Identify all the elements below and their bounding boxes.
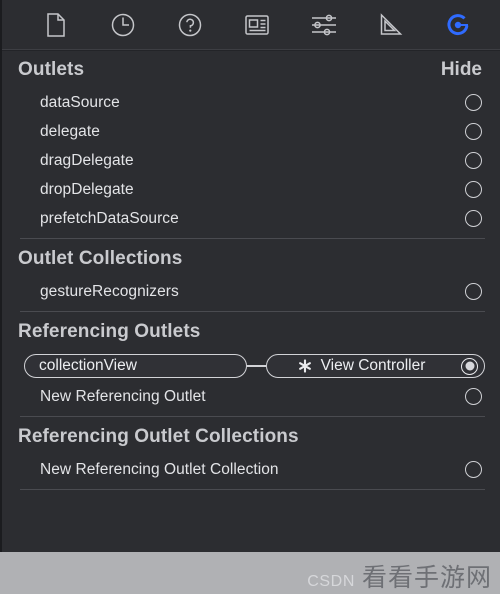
- connection-well[interactable]: [465, 94, 482, 111]
- section-title: Outlet Collections: [18, 248, 183, 269]
- inspector-toolbar: [2, 0, 500, 51]
- inspector-content: Outlets Hide dataSource delegate dragDel…: [2, 50, 500, 490]
- section-header-outlet-collections: Outlet Collections: [2, 239, 500, 277]
- outlet-row[interactable]: dragDelegate: [2, 146, 500, 175]
- outlet-row[interactable]: dataSource: [2, 88, 500, 117]
- attributes-inspector-icon[interactable]: [309, 10, 338, 40]
- watermark: CSDN 看看手游网: [307, 558, 492, 594]
- watermark-brand: CSDN: [307, 573, 355, 590]
- outlet-label: dragDelegate: [40, 151, 134, 169]
- section-title: Referencing Outlet Collections: [18, 426, 299, 447]
- section-header-referencing-outlet-collections: Referencing Outlet Collections: [2, 417, 500, 455]
- outlet-label: prefetchDataSource: [40, 209, 179, 227]
- outlet-label: New Referencing Outlet: [40, 387, 206, 405]
- outlet-row[interactable]: delegate: [2, 117, 500, 146]
- screenshot-root: Outlets Hide dataSource delegate dragDel…: [0, 0, 500, 594]
- outlet-name-pill[interactable]: collectionView: [24, 354, 247, 378]
- section-title: Outlets: [18, 59, 85, 80]
- connected-object-label: View Controller: [320, 357, 426, 374]
- size-inspector-icon[interactable]: [376, 10, 405, 40]
- help-inspector-icon[interactable]: [176, 10, 205, 40]
- connection-well[interactable]: [465, 152, 482, 169]
- watermark-site: 看看手游网: [361, 564, 492, 592]
- outlet-label: delegate: [40, 122, 100, 140]
- outlet-label: dropDelegate: [40, 180, 134, 198]
- connection-well-filled[interactable]: [461, 357, 478, 375]
- connections-inspector-panel: Outlets Hide dataSource delegate dragDel…: [0, 0, 500, 552]
- connection-line: [247, 365, 266, 367]
- connection-well[interactable]: [465, 388, 482, 405]
- section-header-outlets: Outlets Hide: [2, 50, 500, 88]
- connection-well[interactable]: [465, 181, 482, 198]
- connection-well[interactable]: [465, 283, 482, 300]
- outlet-name-label: collectionView: [39, 357, 137, 374]
- outlet-label: New Referencing Outlet Collection: [40, 460, 279, 478]
- connections-inspector-icon[interactable]: [443, 10, 472, 40]
- outlet-label: dataSource: [40, 93, 120, 111]
- section-divider: [20, 489, 485, 490]
- identity-inspector-icon[interactable]: [243, 10, 272, 40]
- watermark-strip: CSDN 看看手游网: [0, 552, 500, 594]
- new-referencing-outlet-collection-row[interactable]: New Referencing Outlet Collection: [2, 455, 500, 484]
- new-referencing-outlet-row[interactable]: New Referencing Outlet: [2, 382, 500, 411]
- section-header-referencing-outlets: Referencing Outlets: [2, 312, 500, 350]
- outlet-row[interactable]: dropDelegate: [2, 175, 500, 204]
- outlet-row[interactable]: prefetchDataSource: [2, 204, 500, 233]
- token-content: View Controller: [276, 357, 461, 375]
- outlet-label: gestureRecognizers: [40, 282, 179, 300]
- hide-outlets-button[interactable]: Hide: [441, 59, 482, 81]
- file-inspector-icon[interactable]: [42, 10, 71, 40]
- connected-object-token[interactable]: View Controller: [266, 354, 485, 378]
- referencing-outlet-connection-row[interactable]: collectionView View Controller: [2, 350, 500, 382]
- history-inspector-icon[interactable]: [109, 10, 138, 40]
- connection-well[interactable]: [465, 461, 482, 478]
- connection-well[interactable]: [465, 123, 482, 140]
- outlet-collection-row[interactable]: gestureRecognizers: [2, 277, 500, 306]
- connection-well[interactable]: [465, 210, 482, 227]
- disconnect-x-icon[interactable]: [298, 359, 312, 373]
- section-title: Referencing Outlets: [18, 321, 201, 342]
